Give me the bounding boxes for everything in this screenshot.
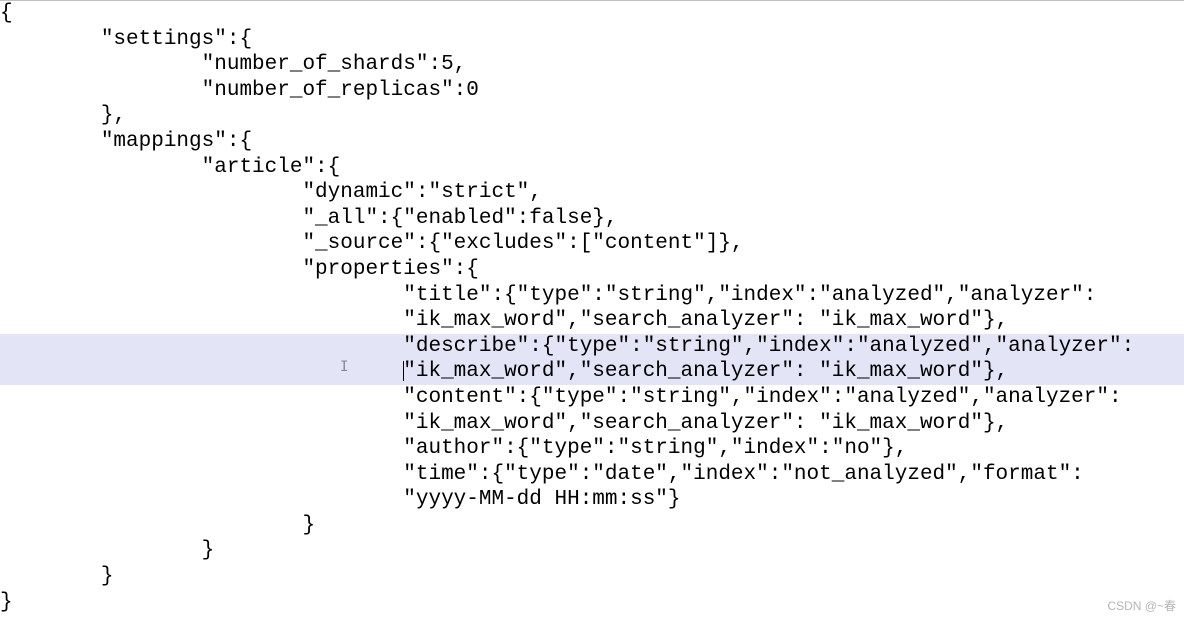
code-line: "_all":{"enabled":false}, (0, 206, 1184, 232)
code-line: "number_of_replicas":0 (0, 78, 1184, 104)
code-line: "ik_max_word","search_analyzer": "ik_max… (0, 411, 1184, 437)
code-line: "mappings":{ (0, 129, 1184, 155)
code-block: { "settings":{ "number_of_shards":5, "nu… (0, 1, 1184, 615)
code-line: "title":{"type":"string","index":"analyz… (0, 283, 1184, 309)
code-line: } (0, 564, 1184, 590)
code-line: } (0, 513, 1184, 539)
code-line: "settings":{ (0, 27, 1184, 53)
code-line: "dynamic":"strict", (0, 180, 1184, 206)
code-line: } (0, 590, 1184, 616)
code-line: }, (0, 103, 1184, 129)
code-line: } (0, 538, 1184, 564)
text-cursor (403, 361, 404, 381)
code-line: "author":{"type":"string","index":"no"}, (0, 436, 1184, 462)
code-line: "article":{ (0, 155, 1184, 181)
code-line: "ik_max_word","search_analyzer": "ik_max… (0, 359, 1184, 385)
watermark: CSDN @~春 (1107, 597, 1176, 614)
code-line: "yyyy-MM-dd HH:mm:ss"} (0, 487, 1184, 513)
code-line: "content":{"type":"string","index":"anal… (0, 385, 1184, 411)
bookmark-icon: I (340, 359, 348, 375)
code-line: "describe":{"type":"string","index":"ana… (0, 334, 1184, 360)
code-line: { (0, 1, 1184, 27)
code-line: "ik_max_word","search_analyzer": "ik_max… (0, 308, 1184, 334)
code-line: "properties":{ (0, 257, 1184, 283)
code-line: "time":{"type":"date","index":"not_analy… (0, 462, 1184, 488)
code-line: "_source":{"excludes":["content"]}, (0, 231, 1184, 257)
code-line: "number_of_shards":5, (0, 52, 1184, 78)
